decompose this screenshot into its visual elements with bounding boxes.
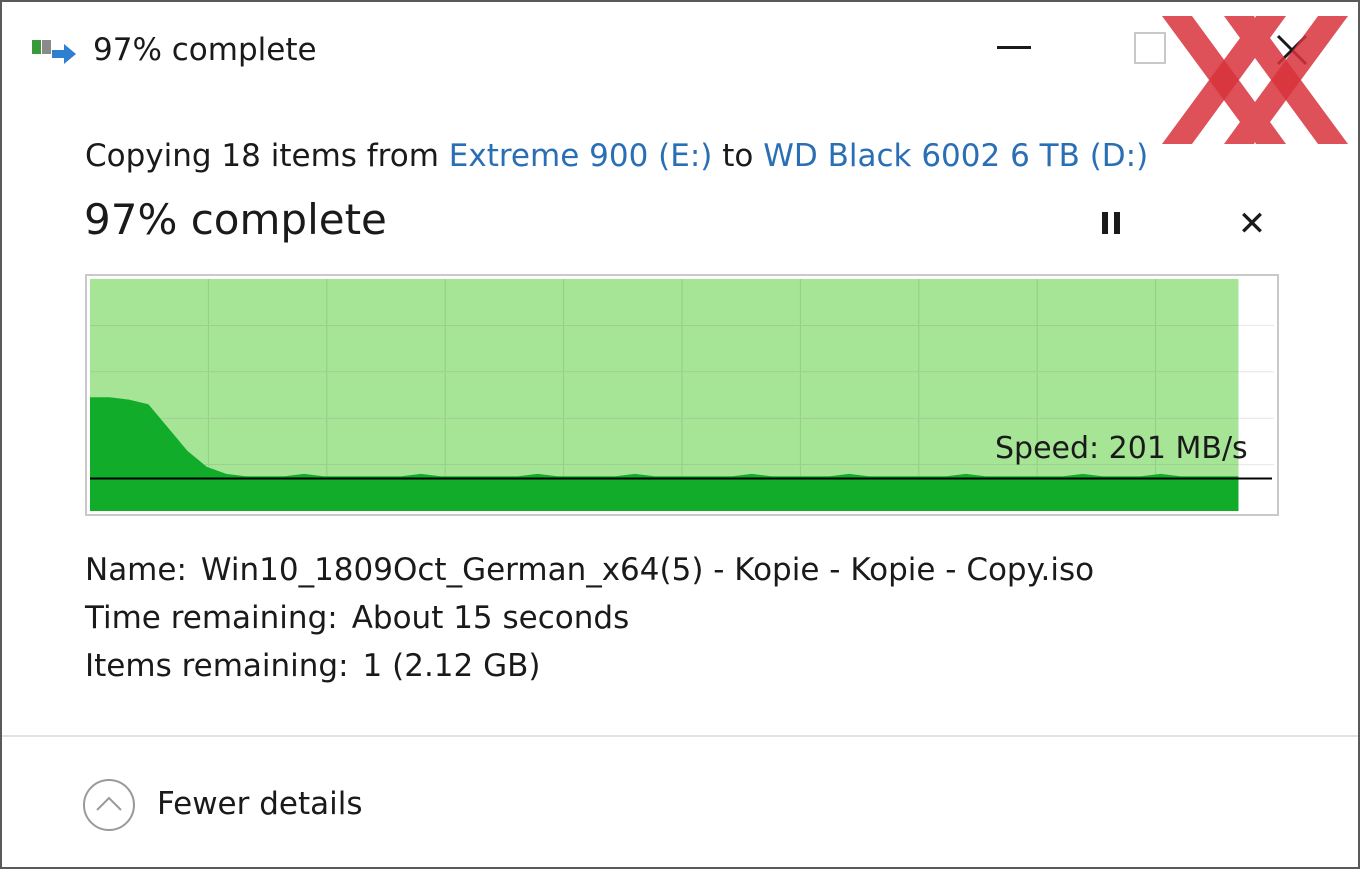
time-remaining-value: About 15 seconds bbox=[351, 600, 630, 636]
detail-time-remaining: Time remaining: About 15 seconds bbox=[85, 598, 629, 638]
speed-area-base bbox=[90, 480, 1239, 511]
source-link[interactable]: Extreme 900 (E:) bbox=[449, 138, 713, 174]
time-remaining-label: Time remaining: bbox=[85, 600, 338, 636]
minimize-icon bbox=[997, 46, 1031, 49]
detail-items-remaining: Items remaining: 1 (2.12 GB) bbox=[85, 646, 540, 686]
name-label: Name: bbox=[85, 552, 187, 588]
copy-middle: to bbox=[722, 138, 754, 174]
minimize-button[interactable] bbox=[985, 20, 1045, 80]
footer-divider bbox=[2, 735, 1358, 737]
file-copy-icon bbox=[32, 40, 76, 64]
copy-description: Copying 18 items from Extreme 900 (E:) t… bbox=[85, 136, 1148, 176]
title-bar: 97% complete bbox=[2, 2, 1358, 144]
speed-graph-canvas bbox=[90, 279, 1274, 511]
progress-title: 97% complete bbox=[84, 195, 387, 244]
pause-button[interactable] bbox=[1090, 202, 1134, 246]
cancel-button[interactable]: ✕ bbox=[1230, 202, 1274, 246]
speed-label: Speed: 201 MB/s bbox=[995, 431, 1248, 466]
items-remaining-label: Items remaining: bbox=[85, 648, 349, 684]
copy-prefix: Copying 18 items from bbox=[85, 138, 439, 174]
maximize-icon bbox=[1134, 32, 1166, 64]
detail-name: Name: Win10_1809Oct_German_x64(5) - Kopie… bbox=[85, 550, 1094, 590]
window-title: 97% complete bbox=[93, 32, 317, 68]
items-remaining-value: 1 (2.12 GB) bbox=[362, 648, 541, 684]
transfer-speed-graph bbox=[85, 274, 1279, 516]
fewer-details-label: Fewer details bbox=[157, 786, 363, 822]
chevron-up-icon bbox=[83, 779, 135, 831]
close-button[interactable] bbox=[1262, 20, 1322, 80]
destination-link[interactable]: WD Black 6002 6 TB (D:) bbox=[763, 138, 1148, 174]
close-icon bbox=[1276, 34, 1308, 66]
maximize-button[interactable] bbox=[1119, 20, 1179, 80]
file-copy-dialog: 97% complete Copying 18 items from Extre… bbox=[0, 0, 1360, 869]
cancel-icon: ✕ bbox=[1237, 204, 1267, 244]
name-value: Win10_1809Oct_German_x64(5) - Kopie - Ko… bbox=[200, 552, 1095, 588]
